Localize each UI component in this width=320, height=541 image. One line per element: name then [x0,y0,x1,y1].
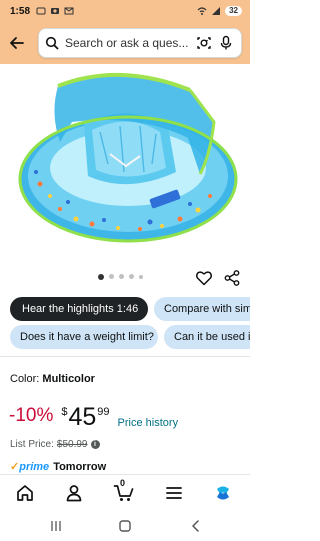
nav-cart[interactable]: 0 [111,478,137,505]
battery-icon: 32 [225,6,242,16]
chevron-left-icon [192,520,199,532]
bottom-navigation: 0 [0,474,250,510]
camera-lens-icon [197,37,211,49]
person-icon [66,485,82,502]
price-currency: $ [61,406,68,418]
delivery-date: Tomorrow [53,460,107,473]
wifi-icon [197,7,207,15]
discount-percent: -10% [9,405,54,426]
color-label: Color: [10,373,40,385]
camera-icon [51,8,60,14]
message-icon [36,7,46,15]
prime-delivery: ✓prime Tomorrow [10,460,107,474]
wishlist-button[interactable] [193,267,215,289]
nav-home[interactable] [12,481,38,505]
can-be-used-chip[interactable]: Can it be used in [164,325,250,349]
image-carousel-controls [0,266,250,288]
status-notification-icons [36,6,74,16]
weight-limit-label: Does it have a weight limit? [20,331,154,343]
list-price-label: List Price: [10,439,54,450]
home-icon [17,485,33,501]
chip-row-highlights: Hear the highlights 1:46 Compare with si… [0,297,250,321]
mail-icon [64,7,74,15]
signal-icon [212,7,221,15]
heart-icon [195,271,213,286]
arrow-left-icon [10,37,24,49]
rufus-assistant-icon [217,486,229,500]
recent-apps-icon [51,521,61,531]
carousel-dot[interactable] [98,273,104,280]
color-selection: Color: Multicolor [10,373,95,385]
weight-limit-chip[interactable]: Does it have a weight limit? [10,325,158,349]
color-value: Multicolor [42,373,95,385]
system-navigation-bar [0,510,250,541]
share-icon [224,270,240,286]
home-square-icon [119,520,131,532]
baby-swim-float-image [18,73,238,243]
price-fraction: 99 [97,406,110,418]
compare-similar-label: Compare with simi [164,303,250,315]
carousel-dot[interactable] [139,274,143,279]
compare-similar-chip[interactable]: Compare with simi [154,297,250,321]
share-button[interactable] [221,267,243,289]
search-icon [45,36,59,50]
prime-logo: prime [19,461,50,473]
carousel-dot[interactable] [129,274,134,279]
system-back-button[interactable] [186,516,206,536]
list-price: List Price: $50.99 i [10,439,100,450]
can-be-used-label: Can it be used in [174,331,250,343]
app-header: Search or ask a ques... [0,22,250,64]
status-time: 1:58 [10,5,31,17]
carousel-dot[interactable] [119,274,124,279]
carousel-dots [98,273,143,280]
nav-menu[interactable] [161,481,187,505]
cart-count: 0 [120,478,126,488]
home-system-button[interactable] [115,516,135,536]
menu-icon [166,487,182,499]
camera-search-button[interactable] [195,34,213,52]
nav-rufus[interactable] [210,481,236,505]
prime-check-icon: ✓ [10,461,20,473]
nav-account[interactable] [61,481,87,505]
section-divider [0,356,250,357]
microphone-icon [220,35,232,50]
recent-apps-button[interactable] [46,516,66,536]
hear-highlights-label: Hear the highlights 1:46 [22,303,139,315]
list-price-value: $50.99 [56,439,88,450]
prime-badge: ✓prime [10,460,49,473]
price-block: -10% $ 45 99 Price history [9,403,179,431]
status-bar: 1:58 32 [0,0,250,22]
chip-row-questions: Does it have a weight limit? Can it be u… [0,325,250,349]
price-whole: 45 [68,403,97,431]
search-bar[interactable]: Search or ask a ques... [38,28,242,58]
hear-highlights-chip[interactable]: Hear the highlights 1:46 [10,297,148,321]
product-image[interactable] [0,64,250,264]
status-system-icons: 32 [197,6,242,16]
info-icon[interactable]: i [90,440,100,449]
carousel-dot[interactable] [109,274,114,279]
voice-search-button[interactable] [217,34,235,52]
search-input[interactable]: Search or ask a ques... [65,36,191,50]
price-history-link[interactable]: Price history [118,417,179,429]
back-button[interactable] [6,32,28,54]
